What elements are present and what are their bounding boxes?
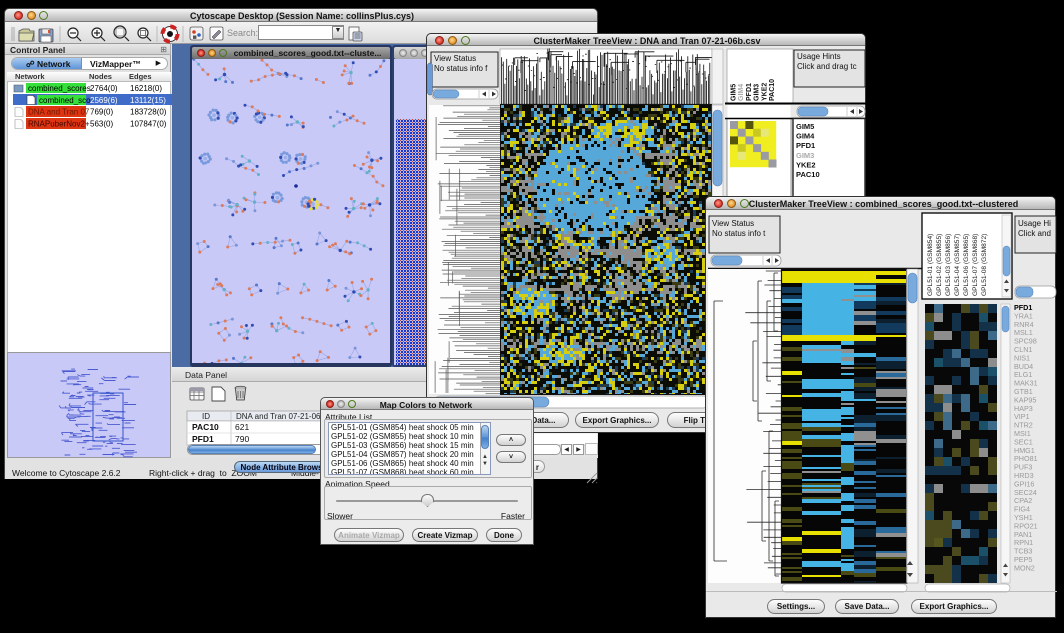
svg-text:563(0): 563(0) bbox=[90, 120, 113, 129]
svg-text:PAC10: PAC10 bbox=[796, 170, 820, 179]
svg-text:combined_scores: combined_scores bbox=[28, 84, 91, 93]
svg-text:13112(15): 13112(15) bbox=[130, 96, 166, 105]
svg-text:GPL51-08 (GSM872): GPL51-08 (GSM872) bbox=[981, 234, 988, 296]
svg-text:No status info t: No status info t bbox=[712, 229, 766, 238]
svg-text:GPL51-07 (GSM868): GPL51-07 (GSM868) bbox=[972, 234, 979, 296]
svg-text:GIM3: GIM3 bbox=[796, 151, 814, 160]
svg-text:2569(6): 2569(6) bbox=[90, 96, 118, 105]
svg-text:PFD1: PFD1 bbox=[746, 83, 753, 101]
svg-text:YKE2: YKE2 bbox=[796, 160, 816, 169]
svg-text:Click and drag tc: Click and drag tc bbox=[797, 62, 857, 71]
svg-text:Click and: Click and bbox=[1018, 229, 1051, 238]
svg-text:GIM4: GIM4 bbox=[738, 84, 745, 101]
svg-text:Usage Hi: Usage Hi bbox=[1018, 219, 1051, 228]
svg-text:107847(0): 107847(0) bbox=[130, 120, 167, 129]
svg-text:GPL51-04 (GSM857): GPL51-04 (GSM857) bbox=[954, 234, 961, 296]
svg-text:621: 621 bbox=[235, 422, 249, 432]
svg-text:GPL51-06 (GSM865): GPL51-06 (GSM865) bbox=[963, 234, 970, 296]
svg-text:790: 790 bbox=[235, 434, 249, 444]
svg-text:MON2: MON2 bbox=[1014, 563, 1035, 572]
svg-text:GIM5: GIM5 bbox=[731, 84, 738, 101]
svg-text:GIM5: GIM5 bbox=[796, 122, 814, 131]
svg-text:No status info f: No status info f bbox=[434, 64, 488, 73]
svg-text:DNA and Tran 07-21-06b: DNA and Tran 07-21-06b bbox=[236, 412, 325, 421]
svg-text:Usage Hints: Usage Hints bbox=[797, 52, 841, 61]
svg-text:183728(0): 183728(0) bbox=[130, 108, 167, 117]
svg-text:GIM3: GIM3 bbox=[754, 84, 761, 101]
svg-text:2764(0): 2764(0) bbox=[90, 84, 118, 93]
svg-text:GIM4: GIM4 bbox=[796, 132, 815, 141]
svg-text:combined_sco: combined_sco bbox=[39, 96, 91, 105]
svg-text:RNAPuberNov2+: RNAPuberNov2+ bbox=[28, 120, 90, 129]
svg-text:DNA and Tran 07: DNA and Tran 07 bbox=[28, 108, 90, 117]
svg-text:PFD1: PFD1 bbox=[796, 141, 815, 150]
svg-text:PFD1: PFD1 bbox=[192, 434, 214, 444]
svg-text:GPL51-02 (GSM855): GPL51-02 (GSM855) bbox=[936, 234, 943, 296]
svg-text:PAC10: PAC10 bbox=[769, 79, 776, 101]
svg-text:View Status: View Status bbox=[434, 54, 476, 63]
svg-text:PAC10: PAC10 bbox=[192, 422, 219, 432]
svg-text:GPL51-03 (GSM856): GPL51-03 (GSM856) bbox=[945, 234, 952, 296]
svg-text:ID: ID bbox=[202, 412, 210, 421]
svg-text:16218(0): 16218(0) bbox=[130, 84, 162, 93]
svg-text:GPL51-01 (GSM854): GPL51-01 (GSM854) bbox=[927, 234, 934, 296]
svg-text:YKE2: YKE2 bbox=[761, 83, 768, 101]
svg-text:769(0): 769(0) bbox=[90, 108, 113, 117]
svg-text:View Status: View Status bbox=[712, 219, 754, 228]
